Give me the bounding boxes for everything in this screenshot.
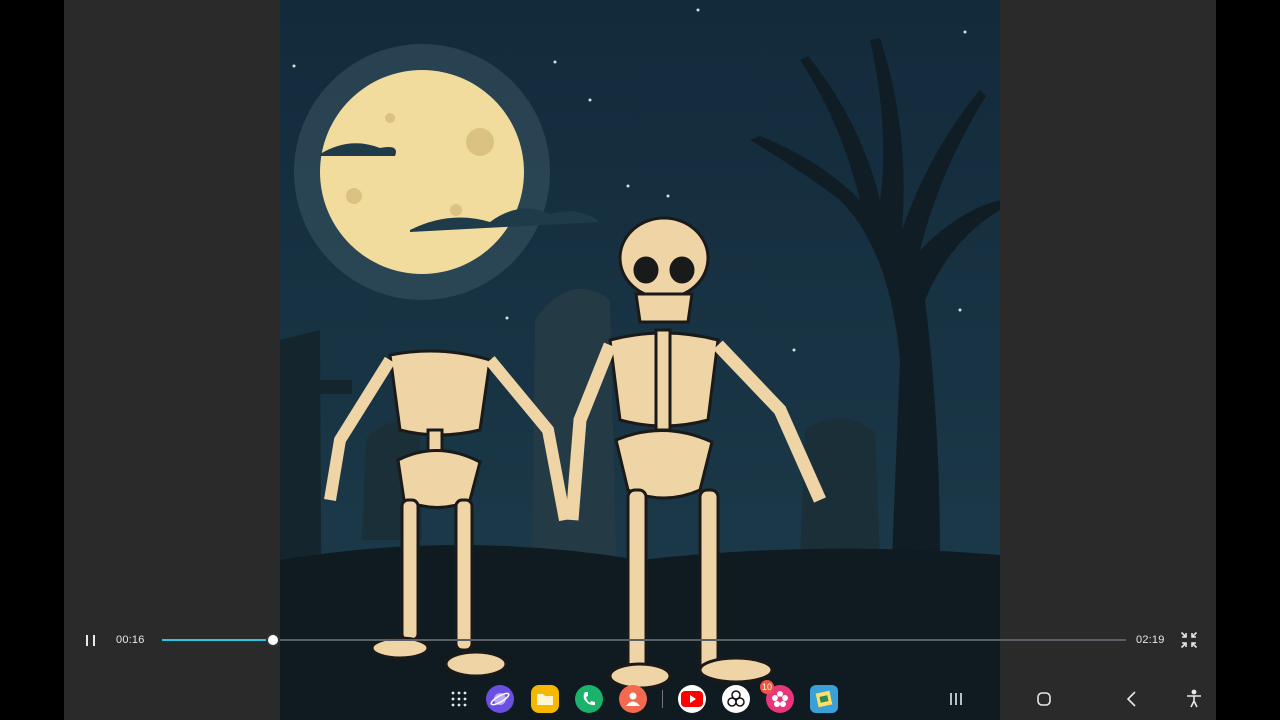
picture-book-icon[interactable]	[810, 685, 838, 713]
exit-fullscreen-icon[interactable]	[1180, 631, 1198, 649]
video-player: 00:16 02:19 10	[64, 0, 1216, 720]
folder-icon[interactable]	[531, 685, 559, 713]
seek-progress	[162, 639, 273, 641]
phone-icon[interactable]	[575, 685, 603, 713]
person-icon[interactable]	[619, 685, 647, 713]
chatgpt-icon[interactable]	[722, 685, 750, 713]
playback-controls: 00:16 02:19	[64, 622, 1216, 658]
pause-button[interactable]	[82, 632, 100, 648]
taskbar	[64, 676, 1216, 720]
home-icon[interactable]	[1032, 687, 1056, 711]
elapsed-time: 00:16	[116, 634, 145, 646]
accessibility-icon[interactable]	[1182, 687, 1206, 711]
right-letterbox	[1216, 0, 1280, 720]
video-content-illustration	[280, 0, 1000, 720]
app-drawer-icon[interactable]	[445, 685, 473, 713]
total-duration: 02:19	[1136, 634, 1165, 646]
taskbar-divider	[662, 690, 663, 708]
seek-bar[interactable]	[162, 633, 1126, 647]
seek-handle[interactable]	[265, 633, 280, 647]
back-icon[interactable]	[1120, 687, 1144, 711]
left-letterbox	[0, 0, 64, 720]
recent-apps-icon[interactable]	[944, 687, 968, 711]
youtube-notification-badge: 10	[760, 680, 774, 694]
video-frame[interactable]	[280, 0, 1000, 720]
youtube-icon[interactable]	[678, 685, 706, 713]
browser-planet-icon[interactable]	[486, 685, 514, 713]
